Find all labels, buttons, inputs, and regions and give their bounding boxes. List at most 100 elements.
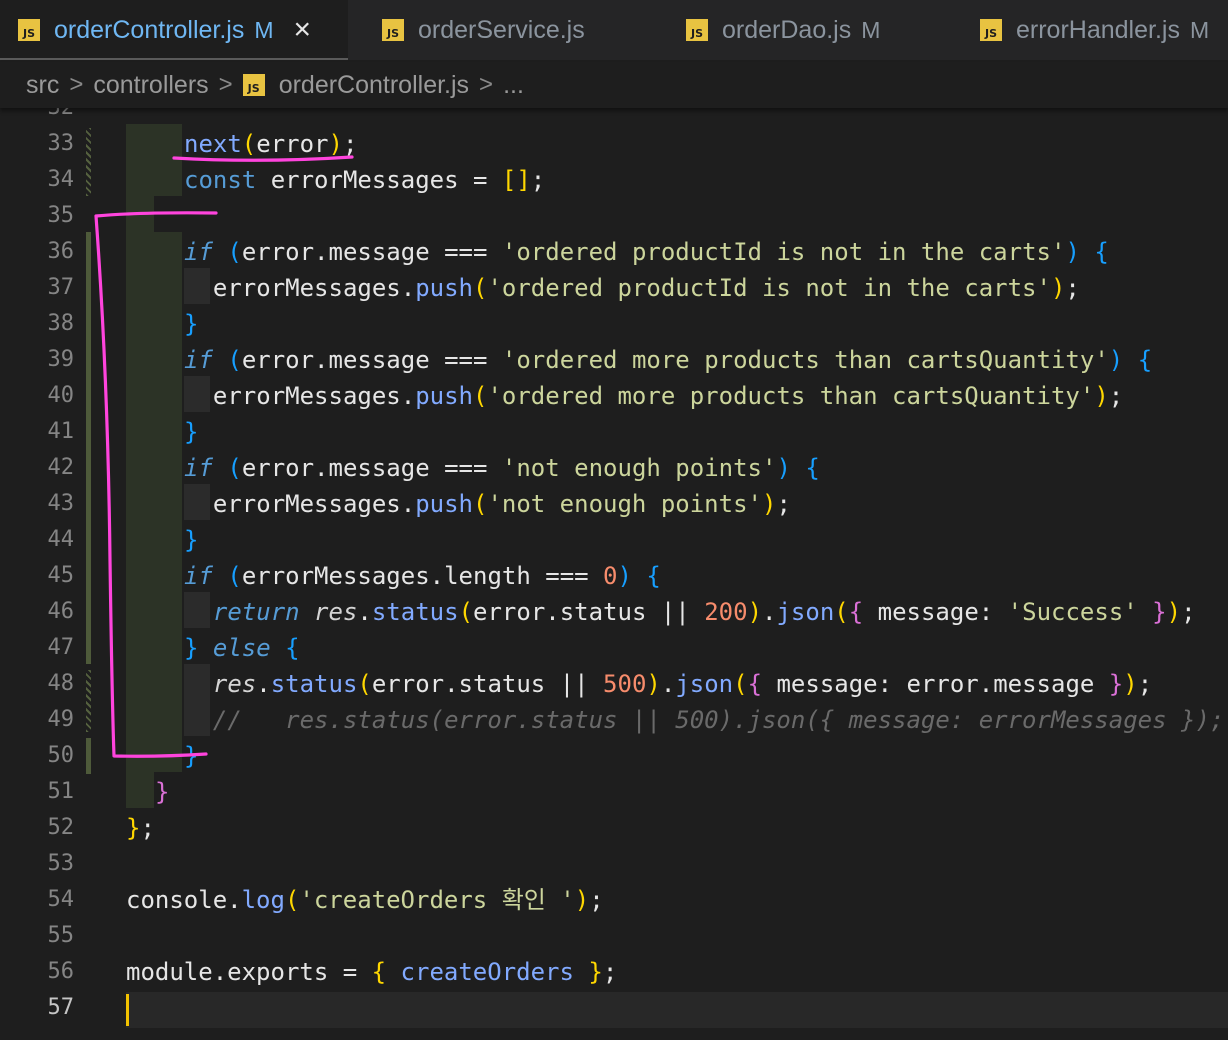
code-line[interactable]: 35 [0,198,1228,234]
line-number: 37 [47,275,75,300]
tab-label: orderService.js [418,15,585,44]
code-line[interactable]: 36 if (error.message === 'ordered product… [0,234,1228,270]
code-line[interactable]: 41} [0,414,1228,450]
code-text: errorMessages.push('ordered productId is… [184,274,1080,302]
line-number: 51 [47,779,75,804]
chevron-right-icon: > [218,71,233,98]
line-number: 53 [47,851,75,876]
code-text: if (error.message === 'not enough points… [184,454,820,482]
code-line[interactable]: 57 [0,990,1228,1026]
code-line[interactable]: 48 res.status(error.status || 500).json(… [0,666,1228,702]
code-line[interactable]: 38} [0,306,1228,342]
code-text: } [184,418,199,446]
line-number: 57 [47,995,75,1020]
code-line[interactable]: 51} [0,774,1228,810]
line-number: 56 [47,959,75,984]
breadcrumb: src > controllers > JS orderController.j… [0,62,1228,108]
tab-label: errorHandler.js [1016,15,1180,44]
line-number: 32 [0,108,75,126]
line-number: 41 [47,419,75,444]
code-line[interactable]: 44} [0,522,1228,558]
code-text: errorMessages.push('ordered more product… [184,382,1124,410]
code-line[interactable]: 33 next(error); [0,126,1228,162]
code-line[interactable]: 53 [0,846,1228,882]
line-number: 46 [47,599,75,624]
code-text: } [155,778,170,806]
line-number: 42 [47,455,75,480]
code-line[interactable]: 55 [0,918,1228,954]
code-line[interactable]: 43 errorMessages.push('not enough points… [0,486,1228,522]
line-number: 34 [47,167,75,192]
line-number: 55 [47,923,75,948]
code-text: } else { [184,634,300,662]
code-line[interactable]: 45 if (errorMessages.length === 0) { [0,558,1228,594]
code-text: if (error.message === 'ordered more prod… [184,346,1153,374]
code-line[interactable]: 49 // res.status(error.status || 500).js… [0,702,1228,738]
line-number: 50 [47,743,75,768]
code-text: if (error.message === 'ordered productId… [184,238,1109,266]
code-text: module.exports = { createOrders }; [126,958,618,986]
line-number: 36 [47,239,75,264]
tab-label: orderDao.js [722,15,852,44]
code-line: 32 [0,108,1228,126]
chevron-right-icon: > [69,71,84,98]
js-file-icon: JS [18,19,40,41]
text-cursor [126,994,129,1026]
line-number: 44 [47,527,75,552]
code-line[interactable]: 52}; [0,810,1228,846]
line-number: 47 [47,635,75,660]
line-number: 33 [47,131,75,156]
close-tab-icon[interactable]: × [294,15,312,45]
code-text: return res.status(error.status || 200).j… [184,598,1196,626]
js-file-icon: JS [980,19,1002,41]
code-line[interactable]: 39 if (error.message === 'ordered more pr… [0,342,1228,378]
breadcrumb-symbol[interactable]: ... [503,71,524,100]
line-number: 54 [47,887,75,912]
code-text: errorMessages.push('not enough points'); [184,490,791,518]
code-text: if (errorMessages.length === 0) { [184,562,661,590]
line-number: 38 [47,311,75,336]
code-text: next(error); [184,130,358,158]
code-line[interactable]: 47 } else { [0,630,1228,666]
breadcrumb-src[interactable]: src [26,71,59,100]
breadcrumb-controllers[interactable]: controllers [93,71,208,100]
js-file-icon: JS [382,19,404,41]
line-number: 45 [47,563,75,588]
code-line[interactable]: 37 errorMessages.push('ordered productId… [0,270,1228,306]
code-line[interactable]: 40 errorMessages.push('ordered more prod… [0,378,1228,414]
tab-label: orderController.js [54,15,245,44]
code-text: console.log('createOrders 확인 '); [126,886,604,914]
line-number: 40 [47,383,75,408]
code-text: // res.status(error.status || 500).json(… [184,706,1225,734]
line-number: 39 [47,347,75,372]
line-number: 49 [47,707,75,732]
modified-indicator: M [1189,16,1210,43]
chevron-right-icon: > [479,71,494,98]
line-number: 35 [47,203,75,228]
line-number: 52 [47,815,75,840]
tab-error-handler[interactable]: JS errorHandler.js M [980,0,1209,60]
code-line[interactable]: 42 if (error.message === 'not enough poin… [0,450,1228,486]
code-text: } [184,742,199,770]
modified-indicator: M [861,16,881,43]
tab-order-controller[interactable]: JS orderController.js M × [0,0,348,60]
js-file-icon: JS [686,19,708,41]
code-line[interactable]: 46 return res.status(error.status || 200… [0,594,1228,630]
code-line[interactable]: 34 const errorMessages = []; [0,162,1228,198]
tab-order-dao[interactable]: JS orderDao.js M [686,0,880,60]
code-text: const errorMessages = []; [184,166,546,194]
code-line[interactable]: 54 console.log('createOrders 확인 '); [0,882,1228,918]
code-text: } [184,526,199,554]
code-text: }; [126,814,155,842]
js-file-icon: JS [242,74,265,96]
line-number: 48 [47,671,75,696]
code-text: } [184,310,199,338]
line-number: 43 [47,491,75,516]
code-editor[interactable]: 32 33 next(error); 34 const errorMessages =… [0,108,1228,1040]
editor-tab-bar: JS orderController.js M × JS orderServic… [0,0,1228,60]
modified-indicator: M [254,16,274,43]
breadcrumb-file[interactable]: orderController.js [279,71,469,100]
tab-order-service[interactable]: JS orderService.js [382,0,585,60]
code-line[interactable]: 50} [0,738,1228,774]
code-line[interactable]: 56 module.exports = { createOrders }; [0,954,1228,990]
